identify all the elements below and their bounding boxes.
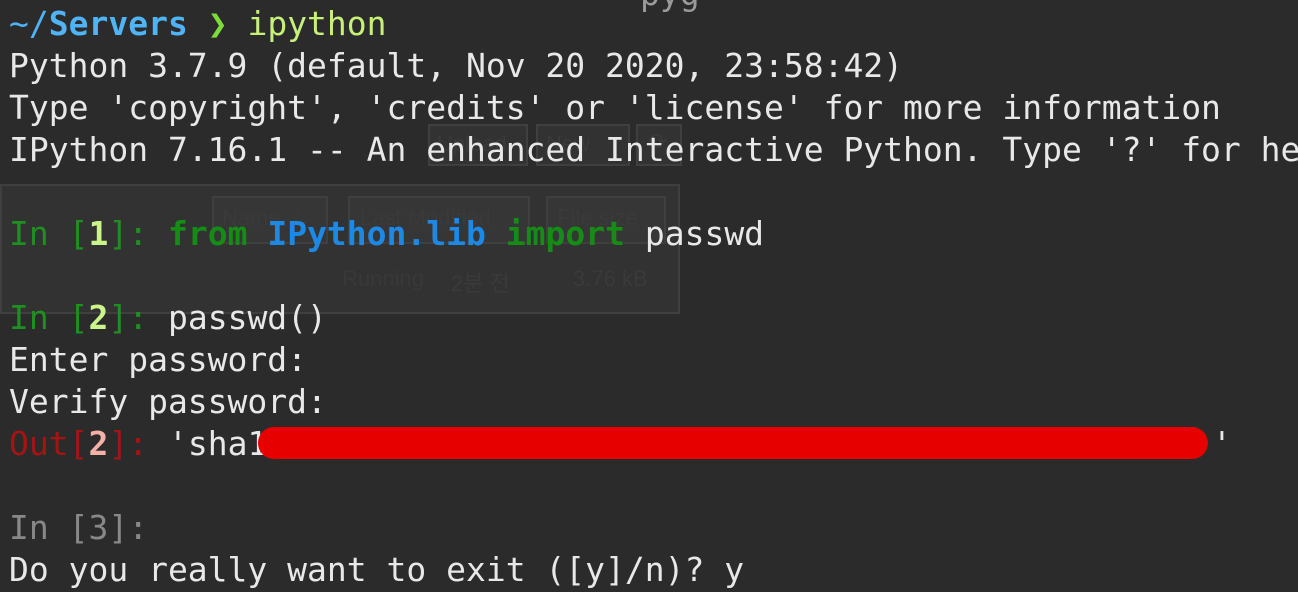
ghost-row-status: Running bbox=[342, 266, 424, 291]
in-prompt-number: 2 bbox=[88, 298, 109, 337]
terminal-window[interactable]: pyg Upload New ⟳ Name ↓ Last Modified Fi… bbox=[0, 0, 1298, 592]
in-prompt-number: 1 bbox=[88, 214, 109, 253]
in-prompt-label: In [ bbox=[9, 298, 89, 337]
in-prompt-close: ]: bbox=[108, 298, 168, 337]
in-prompt-label: In [ bbox=[9, 214, 89, 253]
out-prompt-number: 2 bbox=[88, 424, 109, 463]
input-cell-1: In [1]: from IPython.lib import passwd bbox=[9, 214, 764, 254]
keyword-from: from bbox=[167, 214, 248, 253]
module-name: IPython.lib bbox=[267, 214, 486, 253]
input-cell-2: In [2]: passwd() bbox=[9, 298, 327, 338]
output-cell-2: Out[2]: 'sha1: bbox=[9, 424, 287, 464]
prompt-tilde: ~/ bbox=[9, 4, 49, 43]
in-prompt-number: 3 bbox=[88, 508, 109, 547]
out-prompt-close: ]: bbox=[108, 424, 168, 463]
keyword-import: import bbox=[505, 214, 625, 253]
clipped-top-text: pyg bbox=[640, 0, 700, 13]
verify-password-prompt: Verify password: bbox=[9, 382, 327, 421]
ghost-row-modified: 2분 전 bbox=[451, 271, 510, 296]
shell-command: ipython bbox=[247, 4, 387, 43]
exit-confirmation[interactable]: Do you really want to exit ([y]/n)? y bbox=[9, 550, 744, 590]
ghost-row-size: 3.76 kB bbox=[573, 266, 648, 291]
banner-type-info: Type 'copyright', 'credits' or 'license'… bbox=[9, 88, 1221, 127]
imported-name: passwd bbox=[644, 214, 765, 253]
banner-python-version: Python 3.7.9 (default, Nov 20 2020, 23:5… bbox=[9, 46, 904, 85]
prompt-arrow-icon: ❯ bbox=[207, 4, 228, 43]
redacted-hash bbox=[258, 427, 1208, 459]
in-prompt-close: ]: bbox=[108, 508, 149, 547]
cell-code: passwd() bbox=[167, 298, 327, 337]
in-prompt-label: In [ bbox=[9, 508, 89, 547]
out-prompt-label: Out[ bbox=[9, 424, 89, 463]
prompt-path: Servers bbox=[48, 4, 188, 43]
hash-suffix: ' bbox=[1212, 424, 1232, 463]
enter-password-prompt: Enter password: bbox=[9, 340, 308, 379]
in-prompt-close: ]: bbox=[108, 214, 168, 253]
shell-prompt-line: ~/Servers ❯ ipython bbox=[9, 4, 387, 44]
input-cell-3[interactable]: In [3]: bbox=[9, 508, 148, 548]
banner-ipython-version: IPython 7.16.1 -- An enhanced Interactiv… bbox=[9, 130, 1298, 169]
